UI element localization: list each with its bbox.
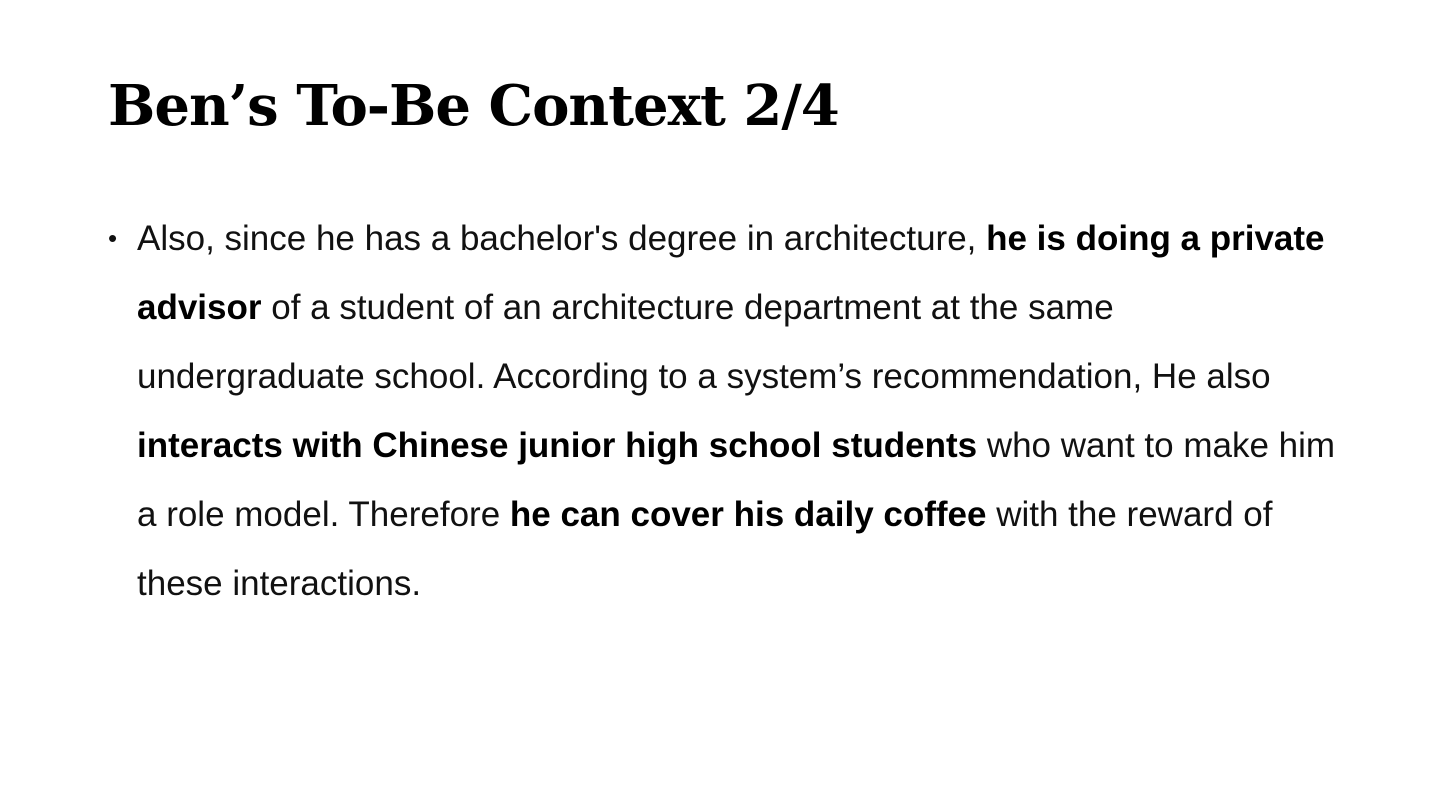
bold-text-segment: interacts with Chinese junior high schoo… [137,426,978,465]
list-item: • Also, since he has a bachelor's degree… [108,204,1338,618]
bullet-marker: • [108,223,118,253]
text-segment: Also, since he has a bachelor's degree i… [137,219,987,258]
slide-title: Ben’s To-Be Context 2/4 [108,73,840,139]
bullet-list: • Also, since he has a bachelor's degree… [108,204,1338,618]
slide: Ben’s To-Be Context 2/4 • Also, since he… [0,0,1440,810]
bold-text-segment: he can cover his daily coffee [509,495,987,534]
text-segment: of a student of an architecture departme… [137,288,1271,396]
